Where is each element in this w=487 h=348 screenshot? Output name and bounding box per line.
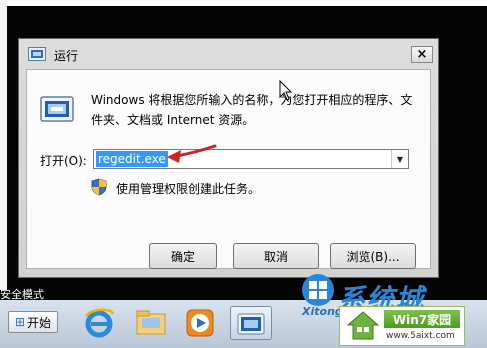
admin-privilege-note: 使用管理权限创建此任务。: [116, 182, 261, 196]
media-player-icon[interactable]: [183, 306, 217, 340]
watermark-sub-text: Xitong: [302, 305, 343, 318]
title-bar[interactable]: 运行 ×: [19, 39, 438, 69]
close-button[interactable]: ×: [411, 46, 433, 63]
taskbar-run-button[interactable]: [230, 306, 272, 340]
run-program-icon: [40, 96, 74, 122]
browse-button[interactable]: 浏览(B)...: [330, 243, 416, 269]
folder-icon[interactable]: [134, 306, 168, 340]
dialog-title: 运行: [54, 49, 79, 63]
red-arrow-annotation: [167, 144, 217, 163]
badge-url: www.5aixt.com: [386, 331, 455, 341]
uac-shield-icon: [91, 178, 107, 196]
badge-title: Win7家园: [384, 310, 460, 328]
watermark-badge: Win7家园 www.5aixt.com: [339, 306, 465, 346]
run-dialog: 运行 × Windows 将根据您所输入的名称，为您打开相应的程序、文件夹、文档…: [18, 38, 439, 278]
run-icon: [28, 47, 46, 61]
dropdown-arrow-button[interactable]: ▼: [391, 150, 408, 168]
start-label: 开始: [27, 315, 52, 330]
ok-button[interactable]: 确定: [149, 243, 217, 269]
start-button[interactable]: ⊞ 开始: [8, 311, 58, 333]
dialog-description: Windows 将根据您所输入的名称，为您打开相应的程序、文件夹、文档或 Int…: [91, 93, 413, 127]
left-strip: [0, 0, 7, 290]
open-combobox[interactable]: regedit.exe ▼: [93, 149, 409, 169]
watermark-windows-logo: [302, 274, 334, 306]
close-icon: ×: [416, 47, 428, 62]
internet-explorer-icon[interactable]: [82, 306, 116, 340]
open-label: 打开(O):: [40, 154, 87, 168]
top-strip: [0, 0, 487, 6]
windows-flag-icon: ⊞: [14, 315, 26, 329]
chevron-down-icon: ▼: [396, 154, 404, 164]
run-icon: [237, 313, 265, 335]
house-icon: [346, 311, 380, 340]
dialog-content: Windows 将根据您所输入的名称，为您打开相应的程序、文件夹、文档或 Int…: [26, 69, 431, 269]
cancel-button[interactable]: 取消: [233, 243, 319, 269]
mouse-cursor-icon: [279, 80, 293, 101]
open-input[interactable]: regedit.exe: [96, 151, 168, 167]
